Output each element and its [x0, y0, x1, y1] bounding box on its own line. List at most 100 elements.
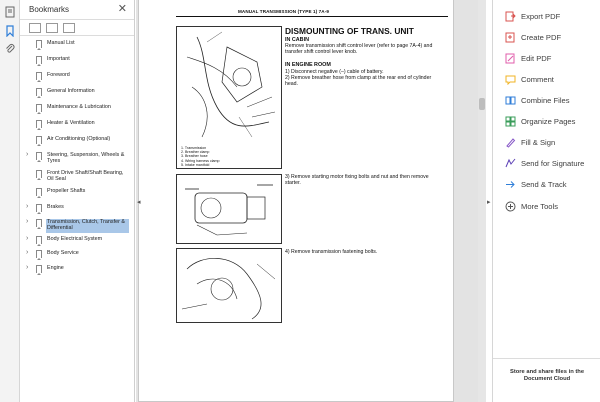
tool-create-pdf[interactable]: Create PDF	[505, 32, 600, 44]
step-4: 4) Remove transmission fastening bolts.	[285, 249, 378, 255]
bookmark-label: Heater & Ventilation	[47, 120, 95, 126]
vertical-scrollbar[interactable]	[478, 0, 486, 402]
paragraph-cabin: Remove transmission shift control lever …	[285, 43, 433, 55]
header-rule	[176, 16, 448, 17]
legend-item: 5. Intake manifold	[181, 162, 210, 167]
navigation-rail	[0, 0, 20, 402]
add-bookmark-icon[interactable]	[63, 23, 75, 33]
bookmark-icon	[36, 236, 42, 246]
tool-label: Organize Pages	[521, 117, 576, 126]
tool-label: Edit PDF	[521, 54, 552, 63]
bookmark-item[interactable]: › Engine	[20, 264, 135, 275]
tool-label: Comment	[521, 75, 554, 84]
bookmark-label: Steering, Suspension, Wheels & Tyres	[47, 152, 125, 165]
bookmark-icon	[36, 120, 42, 130]
attachment-icon[interactable]	[4, 43, 16, 55]
bookmark-icon	[36, 152, 42, 162]
bookmark-label: Transmission, Clutch, Transfer & Differe…	[47, 219, 125, 232]
page-header: MANUAL TRANSMISSION (TYPE 1) 7A-9	[238, 9, 330, 14]
bookmark-label: Important	[47, 56, 70, 62]
document-cloud-promo[interactable]: Store and share files in the Document Cl…	[493, 358, 600, 402]
transmission-illustration	[181, 257, 276, 320]
bookmark-item[interactable]: › Body Electrical System	[20, 235, 135, 246]
bookmark-icon	[36, 72, 42, 82]
bookmark-item[interactable]: Propeller Shafts	[20, 188, 135, 198]
section-heading: DISMOUNTING OF TRANS. UNIT	[285, 26, 414, 36]
bookmark-icon	[36, 265, 42, 275]
bookmark-item[interactable]: › Steering, Suspension, Wheels & Tyres	[20, 151, 135, 166]
transmission-bolts-figure	[176, 248, 282, 323]
page-thumbnails-icon[interactable]	[4, 6, 16, 18]
bookmark-item-selected[interactable]: › Transmission, Clutch, Transfer & Differ…	[26, 218, 129, 233]
bookmark-label: Maintenance & Lubrication	[47, 104, 111, 110]
bookmark-item[interactable]: › Brakes	[20, 203, 135, 214]
bookmarks-title: Bookmarks	[29, 5, 70, 14]
bookmark-item[interactable]: General Information	[20, 88, 135, 98]
tool-combine-files[interactable]: Combine Files	[505, 95, 600, 107]
bookmark-item[interactable]: › Body Service	[20, 249, 135, 260]
bookmark-icon	[36, 219, 42, 229]
expand-panel-right-icon[interactable]: ▸	[487, 198, 491, 206]
bookmark-icon[interactable]	[4, 25, 16, 37]
chevron-right-icon[interactable]: ›	[26, 264, 28, 271]
collapse-panel-left-icon[interactable]: ◂	[137, 198, 141, 206]
export-pdf-icon	[505, 11, 516, 22]
figure-legend: 1. Transmission 2. Breather clamp 3. Bre…	[181, 146, 220, 167]
options-menu-icon[interactable]	[29, 23, 41, 33]
step-3: 3) Remove starting motor fixing bolts an…	[285, 174, 429, 186]
comment-icon	[505, 75, 516, 85]
bookmark-label: Foreword	[47, 72, 70, 78]
bookmark-item[interactable]: Maintenance & Lubrication	[20, 104, 135, 114]
fill-sign-icon	[506, 138, 516, 148]
combine-files-icon	[505, 96, 516, 105]
step-2: 2) Remove breather hose from clamp at th…	[285, 75, 432, 87]
tool-comment[interactable]: Comment	[505, 74, 600, 86]
bookmark-icon	[36, 104, 42, 114]
tool-label: Fill & Sign	[521, 138, 556, 147]
bookmark-label: Front Drive Shaft/Shaft Bearing, Oil Sea…	[47, 170, 124, 183]
chevron-right-icon[interactable]: ›	[26, 218, 28, 225]
bookmark-label: General Information	[47, 88, 95, 94]
bookmark-label: Brakes	[47, 204, 64, 210]
tool-edit-pdf[interactable]: Edit PDF	[505, 53, 600, 65]
tool-send-for-signature[interactable]: Send for Signature	[505, 158, 600, 170]
bookmark-label: Engine	[47, 265, 64, 271]
bookmark-icon	[36, 170, 42, 180]
scrollbar-thumb[interactable]	[479, 98, 485, 110]
bookmark-label: Air Conditioning (Optional)	[47, 136, 111, 142]
tools-panel: Export PDF Create PDF Edit PDF Comment C…	[492, 0, 600, 402]
bookmark-icon	[36, 56, 42, 66]
chevron-right-icon[interactable]: ›	[26, 235, 28, 242]
tool-send-track[interactable]: Send & Track	[505, 179, 600, 191]
bookmark-icon	[36, 88, 42, 98]
bookmarks-panel: Bookmarks ✕ Manual List Important Forewo…	[20, 0, 135, 402]
bookmark-icon	[36, 204, 42, 214]
delete-bookmark-icon[interactable]	[46, 23, 58, 33]
tool-more-tools[interactable]: More Tools	[505, 201, 600, 213]
bookmark-icon	[36, 188, 42, 198]
subheading-engine-room: IN ENGINE ROOM	[285, 62, 331, 68]
bookmark-item[interactable]: Manual List	[20, 40, 135, 50]
bookmark-item[interactable]: Foreword	[20, 72, 135, 82]
create-pdf-icon	[505, 32, 515, 43]
chevron-right-icon[interactable]: ›	[26, 151, 28, 158]
tool-export-pdf[interactable]: Export PDF	[505, 11, 600, 23]
bookmark-label: Body Service	[47, 250, 79, 256]
bookmark-icon	[36, 136, 42, 146]
tool-label: Send for Signature	[521, 159, 585, 168]
tool-organize-pages[interactable]: Organize Pages	[505, 116, 600, 128]
bookmark-label: Propeller Shafts	[47, 188, 86, 194]
bookmark-list: Manual List Important Foreword General I…	[20, 40, 135, 280]
bookmark-item[interactable]: Front Drive Shaft/Shaft Bearing, Oil Sea…	[20, 170, 135, 184]
bookmark-label: Manual List	[47, 40, 75, 46]
send-track-icon	[506, 181, 515, 188]
chevron-right-icon[interactable]: ›	[26, 203, 28, 210]
bookmark-item[interactable]: Heater & Ventilation	[20, 120, 135, 130]
chevron-right-icon[interactable]: ›	[26, 249, 28, 256]
close-icon[interactable]: ✕	[118, 3, 127, 15]
tool-fill-sign[interactable]: Fill & Sign	[505, 137, 600, 149]
bookmark-item[interactable]: Important	[20, 56, 135, 66]
tool-label: Create PDF	[521, 33, 562, 42]
bookmark-item[interactable]: Air Conditioning (Optional)	[20, 136, 135, 146]
tool-label: Combine Files	[521, 96, 570, 105]
